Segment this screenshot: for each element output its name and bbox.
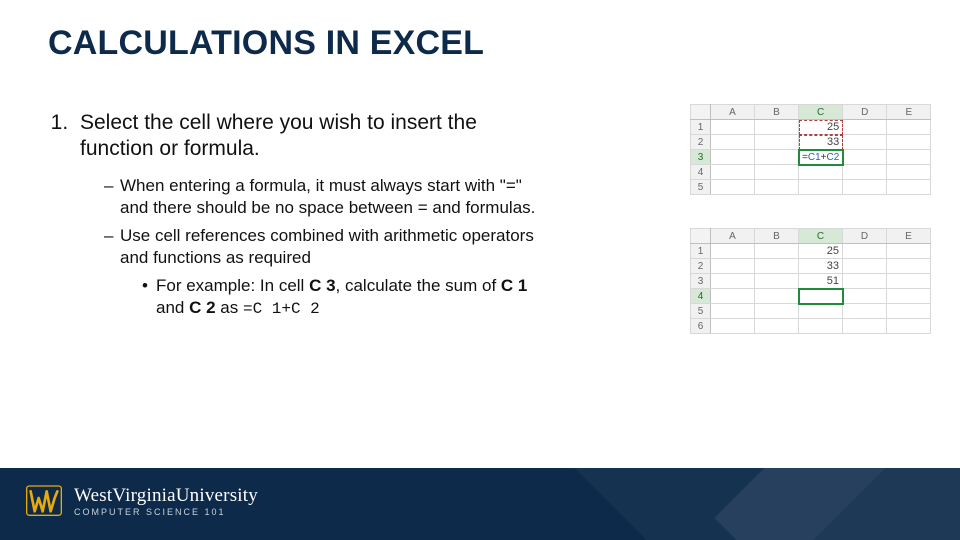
excel1-row-4: 4 [691,165,711,180]
excel2-row-6: 6 [691,319,711,334]
excel2-c1: 25 [799,244,843,259]
excel2-col-c: C [799,229,843,244]
example-formula: =C 1+C 2 [243,300,320,318]
excel2-col-e: E [887,229,931,244]
excel2-c3: 51 [799,274,843,289]
example-as: as [216,298,243,317]
excel1-formula-ref1: C1 [808,152,821,163]
excel1-col-a: A [711,105,755,120]
excel2-corner [691,229,711,244]
excel2-col-d: D [843,229,887,244]
example-mid: , calculate the sum of [336,276,501,295]
excel1-col-c: C [799,105,843,120]
step-1-text: Select the cell where you wish to insert… [80,111,477,160]
excel1-row-1: 1 [691,120,711,135]
example-line: For example: In cell C 3, calculate the … [142,275,548,320]
excel1-row-3: 3 [691,150,711,165]
slide-title: CALCULATIONS IN EXCEL [48,24,484,63]
excel2-row-2: 2 [691,259,711,274]
example-and: and [156,298,189,317]
excel-screenshot-1: A B C D E 1 25 2 33 3 =C1+C2 [690,104,940,195]
example-prefix: For example: In cell [156,276,309,295]
wvu-logo-icon [24,482,64,522]
excel2-row-3: 3 [691,274,711,289]
excel1-row-2: 2 [691,135,711,150]
excel2-col-b: B [755,229,799,244]
excel1-row-5: 5 [691,180,711,195]
excel-screenshot-2: A B C D E 1 25 2 33 3 51 [690,228,940,334]
slide-body: Select the cell where you wish to insert… [48,110,548,326]
example-targetcell: C 3 [309,276,335,295]
footer-branding: WestVirginiaUniversity COMPUTER SCIENCE … [24,482,258,522]
excel2-c2: 33 [799,259,843,274]
excel1-c3-selected: =C1+C2 [799,150,843,165]
excel1-formula-ref2: C2 [826,152,839,163]
step-1: Select the cell where you wish to insert… [74,110,548,320]
footer-course: COMPUTER SCIENCE 101 [74,508,258,517]
example-cell-b: C 2 [189,298,215,317]
excel2-c4-selected [799,289,843,304]
excel1-col-b: B [755,105,799,120]
excel1-col-e: E [887,105,931,120]
excel1-c2: 33 [799,135,843,150]
note-cellrefs-text: Use cell references combined with arithm… [120,226,534,267]
footer-band: WestVirginiaUniversity COMPUTER SCIENCE … [0,468,960,540]
excel1-corner [691,105,711,120]
footer-university: WestVirginiaUniversity [74,486,258,506]
excel2-col-a: A [711,229,755,244]
excel2-row-4: 4 [691,289,711,304]
excel2-row-1: 1 [691,244,711,259]
note-equals: When entering a formula, it must always … [104,175,548,219]
example-cell-a: C 1 [501,276,527,295]
note-cellrefs: Use cell references combined with arithm… [104,225,548,320]
excel1-c1: 25 [799,120,843,135]
excel2-row-5: 5 [691,304,711,319]
excel1-col-d: D [843,105,887,120]
